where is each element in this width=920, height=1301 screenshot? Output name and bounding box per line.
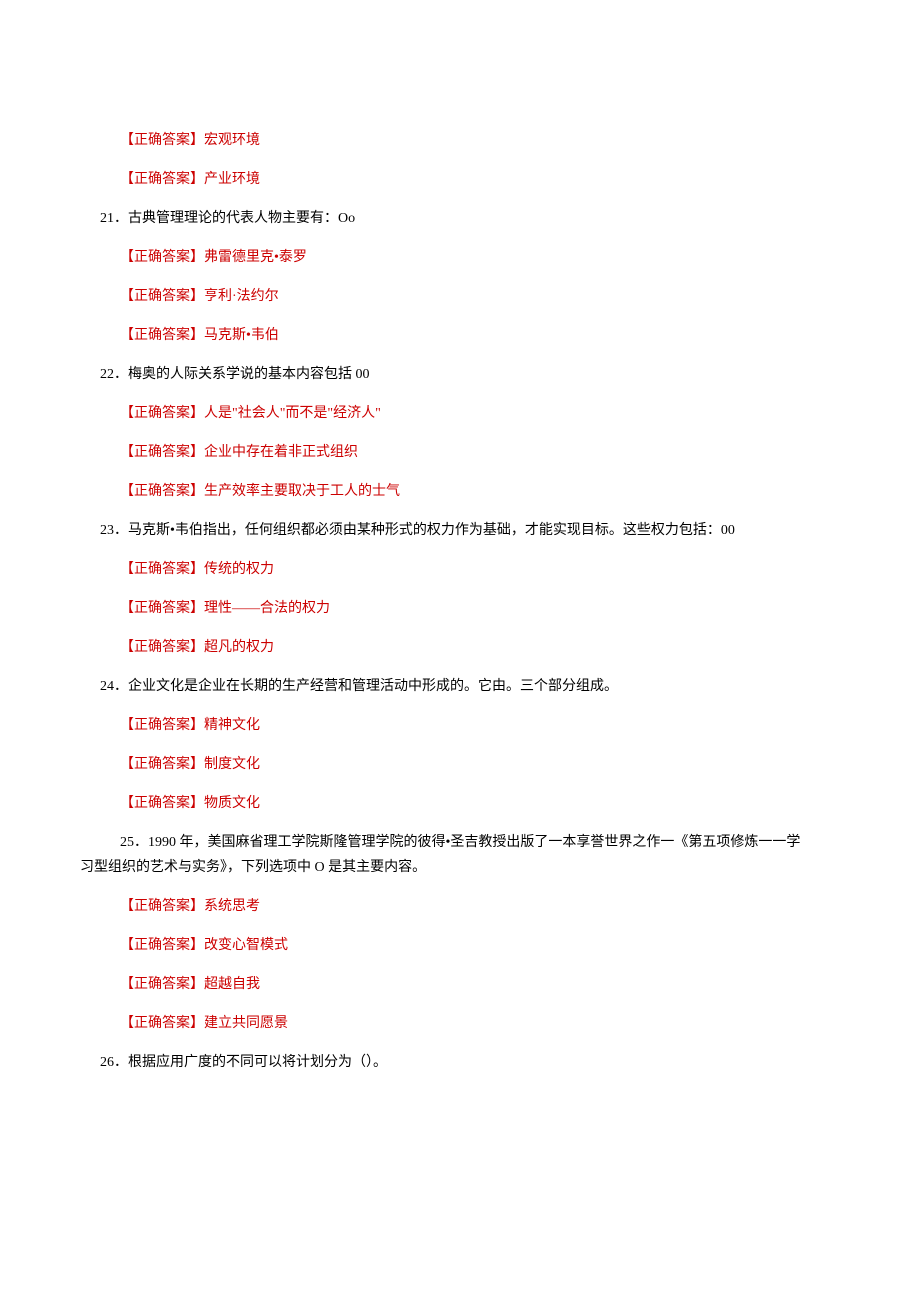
answer-line: 【正确答案】制度文化	[80, 754, 840, 775]
answer-label: 【正确答案】	[120, 640, 204, 655]
answer-label: 【正确答案】	[120, 601, 204, 616]
answer-label: 【正确答案】	[120, 328, 204, 343]
answer-line: 【正确答案】改变心智模式	[80, 935, 840, 956]
answer-label: 【正确答案】	[120, 757, 204, 772]
answer-label: 【正确答案】	[120, 133, 204, 148]
answer-text: 超凡的权力	[204, 640, 274, 655]
question-line: 21 ．古典管理理论的代表人物主要有：Oo	[80, 208, 840, 229]
answer-label: 【正确答案】	[120, 718, 204, 733]
answer-text: 传统的权力	[204, 562, 274, 577]
answer-line: 【正确答案】宏观环境	[80, 130, 840, 151]
answer-line: 【正确答案】理性——合法的权力	[80, 598, 840, 619]
answer-line: 【正确答案】产业环境	[80, 169, 840, 190]
answer-line: 【正确答案】物质文化	[80, 793, 840, 814]
question-text: ．梅奥的人际关系学说的基本内容包括 00	[114, 367, 370, 382]
answer-text: 生产效率主要取决于工人的士气	[204, 484, 400, 499]
answer-label: 【正确答案】	[120, 899, 204, 914]
answer-label: 【正确答案】	[120, 796, 204, 811]
question-number: 26	[100, 1052, 114, 1073]
answer-text: 产业环境	[204, 172, 260, 187]
question-number: 24	[100, 676, 114, 697]
answer-label: 【正确答案】	[120, 172, 204, 187]
answer-line: 【正确答案】生产效率主要取决于工人的士气	[80, 481, 840, 502]
answer-label: 【正确答案】	[120, 938, 204, 953]
answer-text: 制度文化	[204, 757, 260, 772]
answer-label: 【正确答案】	[120, 289, 204, 304]
question-number: 23	[100, 520, 114, 541]
answer-label: 【正确答案】	[120, 250, 204, 265]
question-number: 21	[100, 208, 114, 229]
answer-label: 【正确答案】	[120, 484, 204, 499]
answer-text: 物质文化	[204, 796, 260, 811]
question-line-continuation: 习型组织的艺术与实务》，下列选项中 O 是其主要内容。	[80, 857, 840, 878]
answer-line: 【正确答案】人是"社会人"而不是"经济人"	[80, 403, 840, 424]
answer-text: 弗雷德里克•泰罗	[204, 250, 307, 265]
answer-text: 宏观环境	[204, 133, 260, 148]
answer-label: 【正确答案】	[120, 1016, 204, 1031]
question-text-line2: 习型组织的艺术与实务》，下列选项中 O 是其主要内容。	[80, 860, 426, 875]
question-line: 26 ．根据应用广度的不同可以将计划分为（）。	[80, 1052, 840, 1073]
question-line: 23 ．马克斯•韦伯指出，任何组织都必须由某种形式的权力作为基础，才能实现目标。…	[80, 520, 840, 541]
answer-line: 【正确答案】精神文化	[80, 715, 840, 736]
question-line: 25 ．1990 年，美国麻省理工学院斯隆管理学院的彼得•圣吉教授出版了一本享誉…	[80, 832, 840, 853]
answer-line: 【正确答案】超越自我	[80, 974, 840, 995]
answer-text: 超越自我	[204, 977, 260, 992]
answer-label: 【正确答案】	[120, 406, 204, 421]
answer-line: 【正确答案】亨利·法约尔	[80, 286, 840, 307]
question-text: ．根据应用广度的不同可以将计划分为（）。	[114, 1055, 387, 1070]
question-text: ．古典管理理论的代表人物主要有：Oo	[114, 211, 355, 226]
question-line: 24 ．企业文化是企业在长期的生产经营和管理活动中形成的。它由。三个部分组成。	[80, 676, 840, 697]
answer-label: 【正确答案】	[120, 562, 204, 577]
question-text: ．企业文化是企业在长期的生产经营和管理活动中形成的。它由。三个部分组成。	[114, 679, 618, 694]
answer-text: 理性——合法的权力	[204, 601, 330, 616]
question-number: 25	[120, 832, 134, 853]
answer-text: 改变心智模式	[204, 938, 288, 953]
answer-line: 【正确答案】传统的权力	[80, 559, 840, 580]
answer-line: 【正确答案】弗雷德里克•泰罗	[80, 247, 840, 268]
answer-line: 【正确答案】系统思考	[80, 896, 840, 917]
answer-label: 【正确答案】	[120, 445, 204, 460]
question-text: ．马克斯•韦伯指出，任何组织都必须由某种形式的权力作为基础，才能实现目标。这些权…	[114, 523, 735, 538]
answer-text: 建立共同愿景	[204, 1016, 288, 1031]
answer-label: 【正确答案】	[120, 977, 204, 992]
answer-line: 【正确答案】马克斯•韦伯	[80, 325, 840, 346]
question-number: 22	[100, 364, 114, 385]
question-line: 22 ．梅奥的人际关系学说的基本内容包括 00	[80, 364, 840, 385]
answer-text: 马克斯•韦伯	[204, 328, 279, 343]
answer-text: 企业中存在着非正式组织	[204, 445, 358, 460]
question-text-line1: ．1990 年，美国麻省理工学院斯隆管理学院的彼得•圣吉教授出版了一本享誉世界之…	[134, 835, 800, 850]
answer-line: 【正确答案】企业中存在着非正式组织	[80, 442, 840, 463]
answer-text: 人是"社会人"而不是"经济人"	[204, 406, 381, 421]
answer-text: 系统思考	[204, 899, 260, 914]
answer-line: 【正确答案】超凡的权力	[80, 637, 840, 658]
answer-line: 【正确答案】建立共同愿景	[80, 1013, 840, 1034]
answer-text: 精神文化	[204, 718, 260, 733]
answer-text: 亨利·法约尔	[204, 289, 279, 304]
